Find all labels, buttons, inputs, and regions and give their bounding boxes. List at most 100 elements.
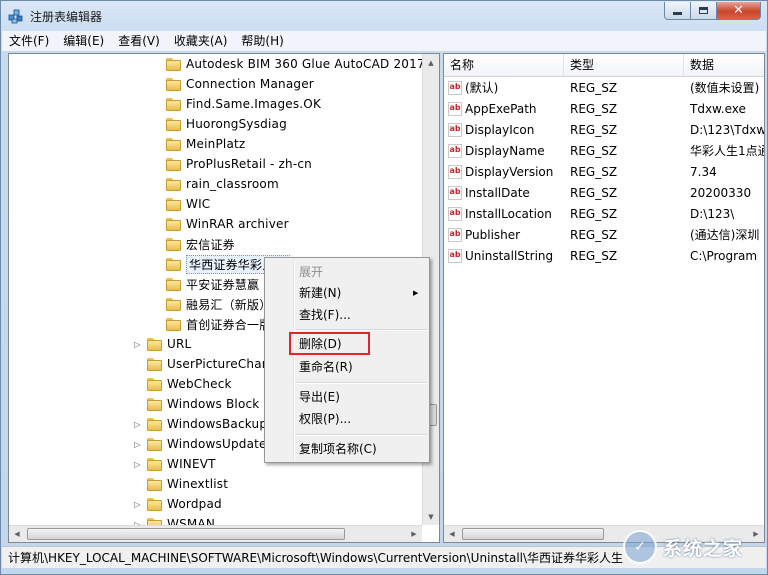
folder-icon: [166, 157, 181, 171]
value-row[interactable]: ab DisplayVersion REG_SZ 7.34: [444, 161, 764, 182]
expand-arrow-icon[interactable]: ▷: [133, 440, 142, 449]
folder-icon: [147, 497, 162, 511]
tree-item[interactable]: 融易汇（新版）: [166, 294, 271, 314]
tree-item[interactable]: ▷ WINEVT: [133, 454, 216, 474]
watermark-text: 系统之家: [663, 537, 744, 560]
tree-item-label: WindowsBackup: [167, 417, 268, 431]
menu-view[interactable]: 查看(V): [111, 31, 167, 51]
value-name: DisplayVersion: [465, 164, 554, 179]
scroll-right-icon[interactable]: ▶: [406, 526, 422, 542]
value-type: REG_SZ: [570, 227, 618, 242]
expand-arrow-icon[interactable]: ▷: [133, 460, 142, 469]
tree-item[interactable]: Find.Same.Images.OK: [166, 94, 321, 114]
menu-item-permissions[interactable]: 权限(P)...: [299, 409, 419, 429]
folder-icon: [166, 237, 181, 251]
value-row[interactable]: ab DisplayName REG_SZ 华彩人生1点通: [444, 140, 764, 161]
menu-item-copy-key-name[interactable]: 复制项名称(C): [299, 439, 419, 459]
value-row[interactable]: ab AppExePath REG_SZ Tdxw.exe: [444, 98, 764, 119]
tree-item-label: WIC: [186, 197, 211, 211]
tree-item[interactable]: 宏信证券: [166, 234, 235, 254]
menu-file[interactable]: 文件(F): [2, 31, 56, 51]
value-data: 7.34: [690, 164, 717, 179]
tree-item[interactable]: Autodesk BIM 360 Glue AutoCAD 2017 Add-i…: [166, 54, 439, 74]
menu-favorites[interactable]: 收藏夹(A): [167, 31, 235, 51]
folder-icon: [166, 277, 181, 291]
value-type: REG_SZ: [570, 248, 618, 263]
expand-arrow-icon[interactable]: ▷: [133, 500, 142, 509]
value-data: D:\123\Tdxw.exe: [690, 122, 764, 137]
menu-item-expand: 展开: [299, 265, 324, 279]
tree-item[interactable]: rain_classroom: [166, 174, 279, 194]
column-header-type[interactable]: 类型: [564, 54, 684, 76]
tree-item[interactable]: ▷ Wordpad: [133, 494, 222, 514]
value-row[interactable]: ab InstallLocation REG_SZ D:\123\: [444, 203, 764, 224]
value-data: (通达信)深圳: [690, 228, 760, 242]
maximize-button[interactable]: [691, 2, 717, 20]
tree-item[interactable]: WIC: [166, 194, 210, 214]
tree-item[interactable]: MeinPlatz: [166, 134, 245, 154]
value-name: UninstallString: [465, 248, 554, 263]
value-row[interactable]: ab UninstallString REG_SZ C:\Program: [444, 245, 764, 266]
column-header-name[interactable]: 名称: [444, 54, 564, 76]
string-value-icon: ab: [448, 206, 462, 221]
tree-item[interactable]: ▷ WindowsBackup: [133, 414, 267, 434]
scroll-up-icon[interactable]: ▲: [423, 54, 439, 71]
caption-buttons: ✕: [664, 2, 761, 22]
menu-edit[interactable]: 编辑(E): [56, 31, 111, 51]
value-row[interactable]: ab InstallDate REG_SZ 20200330: [444, 182, 764, 203]
value-type: REG_SZ: [570, 164, 618, 179]
tree-item[interactable]: ProPlusRetail - zh-cn: [166, 154, 312, 174]
string-value-icon: ab: [448, 227, 462, 242]
tree-item[interactable]: ▷ WindowsUpdate: [133, 434, 267, 454]
tree-item-label: HuorongSysdiag: [186, 117, 287, 131]
scroll-thumb[interactable]: [462, 528, 604, 540]
tree-item[interactable]: HuorongSysdiag: [166, 114, 287, 134]
scroll-left-icon[interactable]: ◀: [9, 526, 25, 542]
folder-icon: [166, 297, 181, 311]
minimize-button[interactable]: [664, 2, 691, 20]
regedit-app-icon: [8, 9, 23, 24]
value-name: InstallDate: [465, 185, 530, 200]
value-name: (默认): [465, 81, 499, 95]
folder-icon: [147, 377, 162, 391]
value-name: DisplayName: [465, 143, 545, 158]
tree-item-label: 首创证券合一版: [186, 317, 272, 332]
expand-arrow-icon[interactable]: ▷: [133, 340, 142, 349]
tree-item-label: ProPlusRetail - zh-cn: [186, 157, 312, 171]
menu-help[interactable]: 帮助(H): [234, 31, 290, 51]
menu-item-find[interactable]: 查找(F)...: [299, 305, 419, 325]
menu-item-export[interactable]: 导出(E): [299, 387, 419, 407]
value-data: D:\123\: [690, 206, 735, 221]
tree-item[interactable]: 平安证券慧赢: [166, 274, 259, 294]
string-value-icon: ab: [448, 185, 462, 200]
scroll-left-icon[interactable]: ◀: [444, 526, 460, 542]
tree-item[interactable]: Connection Manager: [166, 74, 314, 94]
string-value-icon: ab: [448, 248, 462, 263]
tree-item[interactable]: ▷ URL: [133, 334, 191, 354]
menu-item-rename[interactable]: 重命名(R): [299, 357, 419, 377]
tree-item[interactable]: WebCheck: [147, 374, 232, 394]
submenu-arrow-icon: ▶: [413, 289, 419, 297]
list-header: 名称 类型 数据: [444, 54, 764, 77]
value-data: 华彩人生1点通: [690, 144, 764, 158]
value-row[interactable]: ab Publisher REG_SZ (通达信)深圳: [444, 224, 764, 245]
folder-icon: [166, 57, 181, 71]
expand-arrow-icon[interactable]: ▷: [133, 420, 142, 429]
tree-horizontal-scrollbar[interactable]: ◀ ▶: [9, 525, 422, 542]
column-header-data[interactable]: 数据: [684, 54, 764, 76]
value-type: REG_SZ: [570, 101, 618, 116]
folder-icon: [166, 317, 181, 331]
scroll-down-icon[interactable]: ▼: [423, 508, 439, 525]
menu-item-new[interactable]: 新建(N): [299, 283, 419, 303]
tree-item-label: Connection Manager: [186, 77, 314, 91]
scroll-thumb[interactable]: [27, 528, 345, 540]
close-button[interactable]: ✕: [717, 2, 761, 20]
tree-item[interactable]: Winextlist: [147, 474, 228, 494]
maximize-icon: [699, 7, 708, 14]
value-row[interactable]: abDisplayIcon REG_SZ D:\123\Tdxw.exe: [444, 119, 764, 140]
value-row[interactable]: ab (默认) REG_SZ (数值未设置): [444, 77, 764, 98]
tree-item[interactable]: WinRAR archiver: [166, 214, 289, 234]
tree-item[interactable]: 首创证券合一版: [166, 314, 271, 334]
tree-item-label: rain_classroom: [186, 177, 279, 191]
registry-values-list[interactable]: 名称 类型 数据 ab (默认) REG_SZ (数值未设置) ab AppExeP…: [443, 53, 765, 543]
